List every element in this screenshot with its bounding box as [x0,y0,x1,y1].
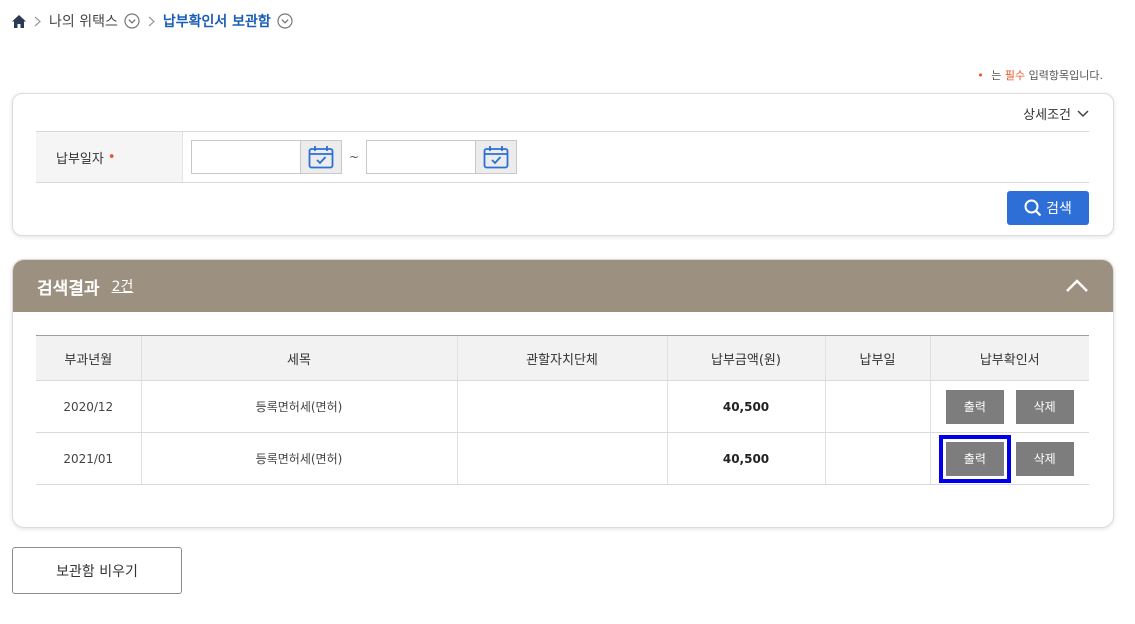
results-title: 검색결과 [37,278,100,299]
date-label: 납부일자 [56,151,104,167]
required-note-strong: 필수 [1004,69,1026,82]
date-range: ~ [183,132,518,182]
authority-cell [456,432,667,485]
tax-item-cell: 등록면허세(면허) [140,432,457,485]
required-mark: • [107,149,116,165]
date-condition-row: 납부일자 • ~ [36,131,1089,183]
date-range-tilde: ~ [349,150,360,164]
paid-date-cell [824,432,930,485]
date-to-input[interactable] [367,142,476,172]
print-button[interactable]: 출력 [938,434,1011,483]
table-row: 2020/12 등록면허세(면허) 40,500 출력 삭제 [36,380,1089,433]
actions-cell: 출력 삭제 [929,432,1089,485]
actions-cell: 출력 삭제 [929,380,1089,433]
calendar-icon[interactable] [475,141,517,173]
delete-button[interactable]: 삭제 [1015,389,1074,424]
period-cell: 2020/12 [36,380,141,433]
detail-toggle-label: 상세조건 [1023,108,1071,123]
tax-item-cell: 등록면허세(면허) [140,380,457,433]
amount-cell: 40,500 [666,432,825,485]
results-count: 2건 [111,279,134,295]
authority-cell [456,380,667,433]
date-to-field [366,140,518,174]
breadcrumb-item-my-wetax[interactable]: 나의 위택스 [49,11,118,31]
search-button-label: 검색 [1046,201,1072,217]
table-row: 2021/01 등록면허세(면허) 40,500 출력 삭제 [36,432,1089,485]
required-note: • 는 필수 입력항목입니다. [977,67,1103,83]
results-panel: 검색결과 2건 부과년월 세목 관할자치단체 납부금액(원) 납부일 납부확인서… [12,259,1114,528]
chevron-down-circle-icon[interactable] [277,13,293,29]
print-button[interactable]: 출력 [945,389,1004,424]
period-cell: 2021/01 [36,432,141,485]
chevron-down-icon [1077,109,1089,118]
column-header: 납부확인서 [929,335,1089,381]
empty-storage-button[interactable]: 보관함 비우기 [12,547,182,594]
search-icon [1024,199,1042,217]
required-dot: • [977,69,984,82]
search-panel: 상세조건 납부일자 • ~ 검색 [12,93,1114,236]
results-table: 부과년월 세목 관할자치단체 납부금액(원) 납부일 납부확인서 2020/12… [36,335,1089,485]
amount-cell: 40,500 [666,380,825,433]
results-header: 검색결과 2건 [13,260,1113,312]
column-header: 부과년월 [36,335,141,381]
calendar-icon[interactable] [300,141,341,173]
chevron-down-circle-icon[interactable] [124,13,140,29]
date-label-cell: 납부일자 • [36,132,183,182]
chevron-right-icon [34,16,41,27]
column-header: 납부일 [824,335,930,381]
date-from-field [191,140,342,174]
breadcrumb: 나의 위택스 납부확인서 보관함 [12,10,293,32]
column-header: 납부금액(원) [666,335,825,381]
table-header-row: 부과년월 세목 관할자치단체 납부금액(원) 납부일 납부확인서 [36,335,1089,381]
date-from-input[interactable] [192,142,300,172]
detail-conditions-toggle[interactable]: 상세조건 [1023,104,1089,123]
delete-button[interactable]: 삭제 [1015,441,1074,476]
column-header: 관할자치단체 [456,335,667,381]
column-header: 세목 [140,335,457,381]
search-button[interactable]: 검색 [1007,191,1089,225]
chevron-up-icon[interactable] [1065,276,1089,296]
home-icon[interactable] [12,14,26,28]
required-note-prefix: 는 [991,69,1002,82]
chevron-right-icon [148,16,155,27]
paid-date-cell [824,380,930,433]
required-note-suffix: 입력항목입니다. [1028,69,1103,82]
breadcrumb-current: 납부확인서 보관함 [162,14,271,30]
